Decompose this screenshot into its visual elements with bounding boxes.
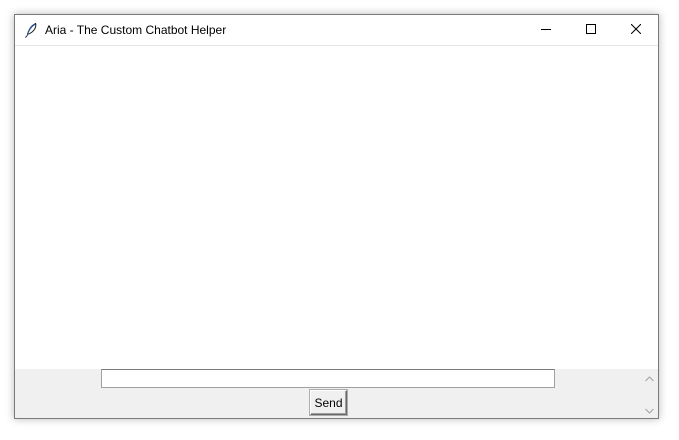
maximize-button[interactable]: [568, 15, 613, 45]
desktop: Aria - The Custom Chatbot Helper Send: [0, 0, 679, 440]
scroll-down-button[interactable]: [641, 401, 658, 418]
close-button[interactable]: [613, 15, 658, 45]
scroll-up-arrow-icon: [645, 369, 654, 387]
minimize-icon: [540, 21, 551, 39]
app-window: Aria - The Custom Chatbot Helper Send: [14, 14, 659, 419]
feather-icon: [24, 22, 38, 38]
minimize-button[interactable]: [523, 15, 568, 45]
chat-log-area[interactable]: [15, 46, 658, 369]
window-title: Aria - The Custom Chatbot Helper: [45, 23, 227, 37]
input-panel: Send: [15, 369, 641, 418]
maximize-icon: [585, 21, 596, 39]
scroll-down-arrow-icon: [645, 401, 654, 419]
vertical-scrollbar[interactable]: [641, 369, 658, 418]
title-bar[interactable]: Aria - The Custom Chatbot Helper: [15, 15, 658, 46]
scroll-up-button[interactable]: [641, 369, 658, 386]
close-icon: [630, 21, 641, 39]
send-button[interactable]: Send: [310, 390, 347, 415]
message-input[interactable]: [101, 369, 555, 388]
